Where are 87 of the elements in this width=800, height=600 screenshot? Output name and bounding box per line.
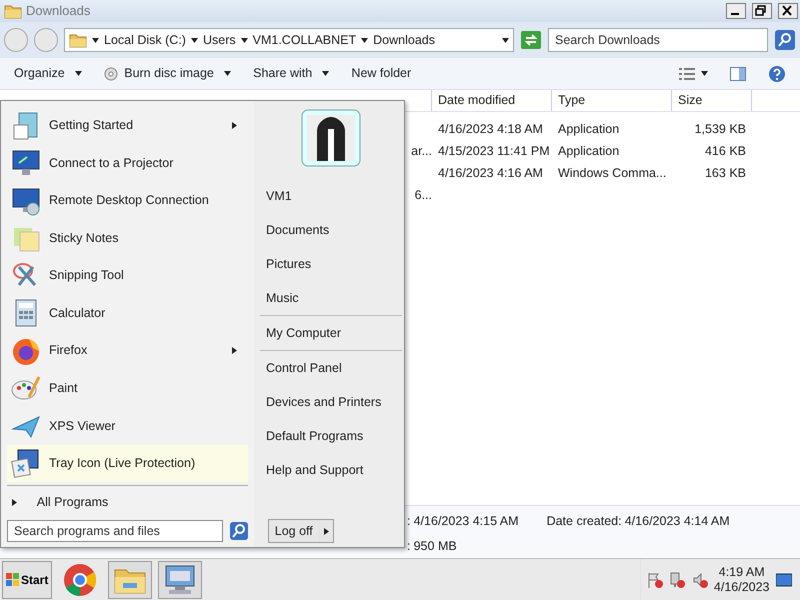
place-item[interactable]: VM1 [260,179,402,213]
monitor-icon [11,186,41,216]
search-icon[interactable] [774,29,796,51]
program-item[interactable]: Connect to a Projector [7,144,248,182]
program-item[interactable]: Tray Icon (Live Protection) [7,444,248,482]
file-date: 4/16/2023 4:18 AM [438,122,543,136]
column-header[interactable]: Date modified [432,90,552,111]
caret-icon[interactable] [92,36,99,44]
place-item[interactable]: Help and Support [260,453,402,487]
program-item[interactable]: Sticky Notes [7,220,248,258]
speaker-icon[interactable] [692,572,708,588]
program-item[interactable]: Calculator [7,294,248,332]
toolbar-button[interactable]: Burn disc image [104,64,232,83]
caret-icon[interactable] [361,36,368,44]
file-type: Application [558,144,620,158]
avatar-icon[interactable] [301,109,361,167]
file-name: 6... [414,186,432,204]
detail-label: : [407,538,410,555]
caret-icon[interactable] [190,36,198,44]
view-icon[interactable] [678,68,695,80]
program-item[interactable]: Remote Desktop Connection [7,182,248,220]
file-date: 4/16/2023 4:16 AM [438,166,543,180]
file-size: 163 KB [704,166,746,180]
program-item[interactable]: Firefox [7,332,248,370]
detail-value: 950 MB [414,538,457,555]
caret-icon[interactable] [502,36,509,44]
caret-icon[interactable] [240,36,248,44]
caret-icon [322,70,330,77]
file-date: 4/15/2023 11:41 PM [438,144,550,158]
search-field[interactable]: Search programs and files [7,520,223,542]
start-button[interactable]: Start [2,560,52,598]
breadcrumb[interactable]: Users [202,30,236,50]
program-item[interactable]: Paint [7,370,248,408]
place-item[interactable]: Default Programs [260,419,402,453]
arrow-icon [323,528,330,534]
breadcrumb[interactable]: VM1.COLLABNET [252,30,356,50]
caret-icon [224,70,232,77]
window-title: Downloads [26,2,90,20]
help-icon[interactable] [768,64,786,82]
detail-value: 4/16/2023 4:15 AM [414,513,519,530]
flag-icon[interactable] [647,572,664,588]
detail-value: 4/16/2023 4:14 AM [624,513,730,530]
column-header[interactable]: Size [672,90,752,111]
show-desktop-icon[interactable] [776,572,792,586]
arrow-icon [11,498,18,506]
caret-icon[interactable] [701,70,708,77]
place-item[interactable]: Devices and Printers [260,385,402,419]
place-item[interactable]: My Computer [260,316,402,350]
detail-label: Date created: [546,513,622,530]
place-item[interactable]: Music [260,281,402,315]
file-size: 416 KB [704,144,746,158]
minimize-button[interactable] [726,3,746,19]
chrome-icon[interactable] [63,562,97,596]
file-name: ar... [411,142,432,160]
all-programs-item[interactable]: All Programs [7,489,248,516]
detail-label: : [407,513,410,530]
restore-button[interactable] [752,3,772,19]
place-item[interactable]: Pictures [260,247,402,281]
breadcrumb[interactable]: Downloads [373,30,435,50]
file-size: 1,539 KB [694,122,746,136]
breadcrumb[interactable]: Local Disk (C:) [104,30,186,50]
close-button[interactable] [778,3,798,19]
program-item[interactable]: Snipping Tool [7,257,248,295]
caret-icon [74,70,82,77]
column-header[interactable]: Type [552,90,672,111]
clock-date[interactable]: 4/16/2023 [714,580,770,594]
submenu-arrow-icon [231,347,238,354]
windows-logo-icon [6,572,20,586]
address-bar[interactable]: Local Disk (C:) Users VM1.COLLABNET Downloads [64,28,514,52]
disc-icon [104,66,118,80]
program-item[interactable]: XPS Viewer [7,407,248,445]
toolbar-button[interactable]: Share with [253,64,330,83]
toolbar-button[interactable]: Organize [14,64,82,83]
search-icon[interactable] [229,521,249,541]
submenu-arrow-icon [231,122,238,130]
computer-icon[interactable] [163,564,197,596]
refresh-icon[interactable] [520,30,542,50]
toolbar-button[interactable]: New folder [351,64,412,83]
place-item[interactable]: Documents [260,213,402,247]
file-type: Application [558,122,620,136]
place-item[interactable]: Control Panel [260,351,402,385]
network-icon[interactable] [669,572,686,588]
clock-time[interactable]: 4:19 AM [718,564,765,580]
preview-pane-icon[interactable] [730,66,746,80]
search-field[interactable]: Search Downloads [548,28,768,52]
file-type: Windows Comma... [558,166,666,180]
program-item[interactable]: Getting Started [7,107,248,145]
